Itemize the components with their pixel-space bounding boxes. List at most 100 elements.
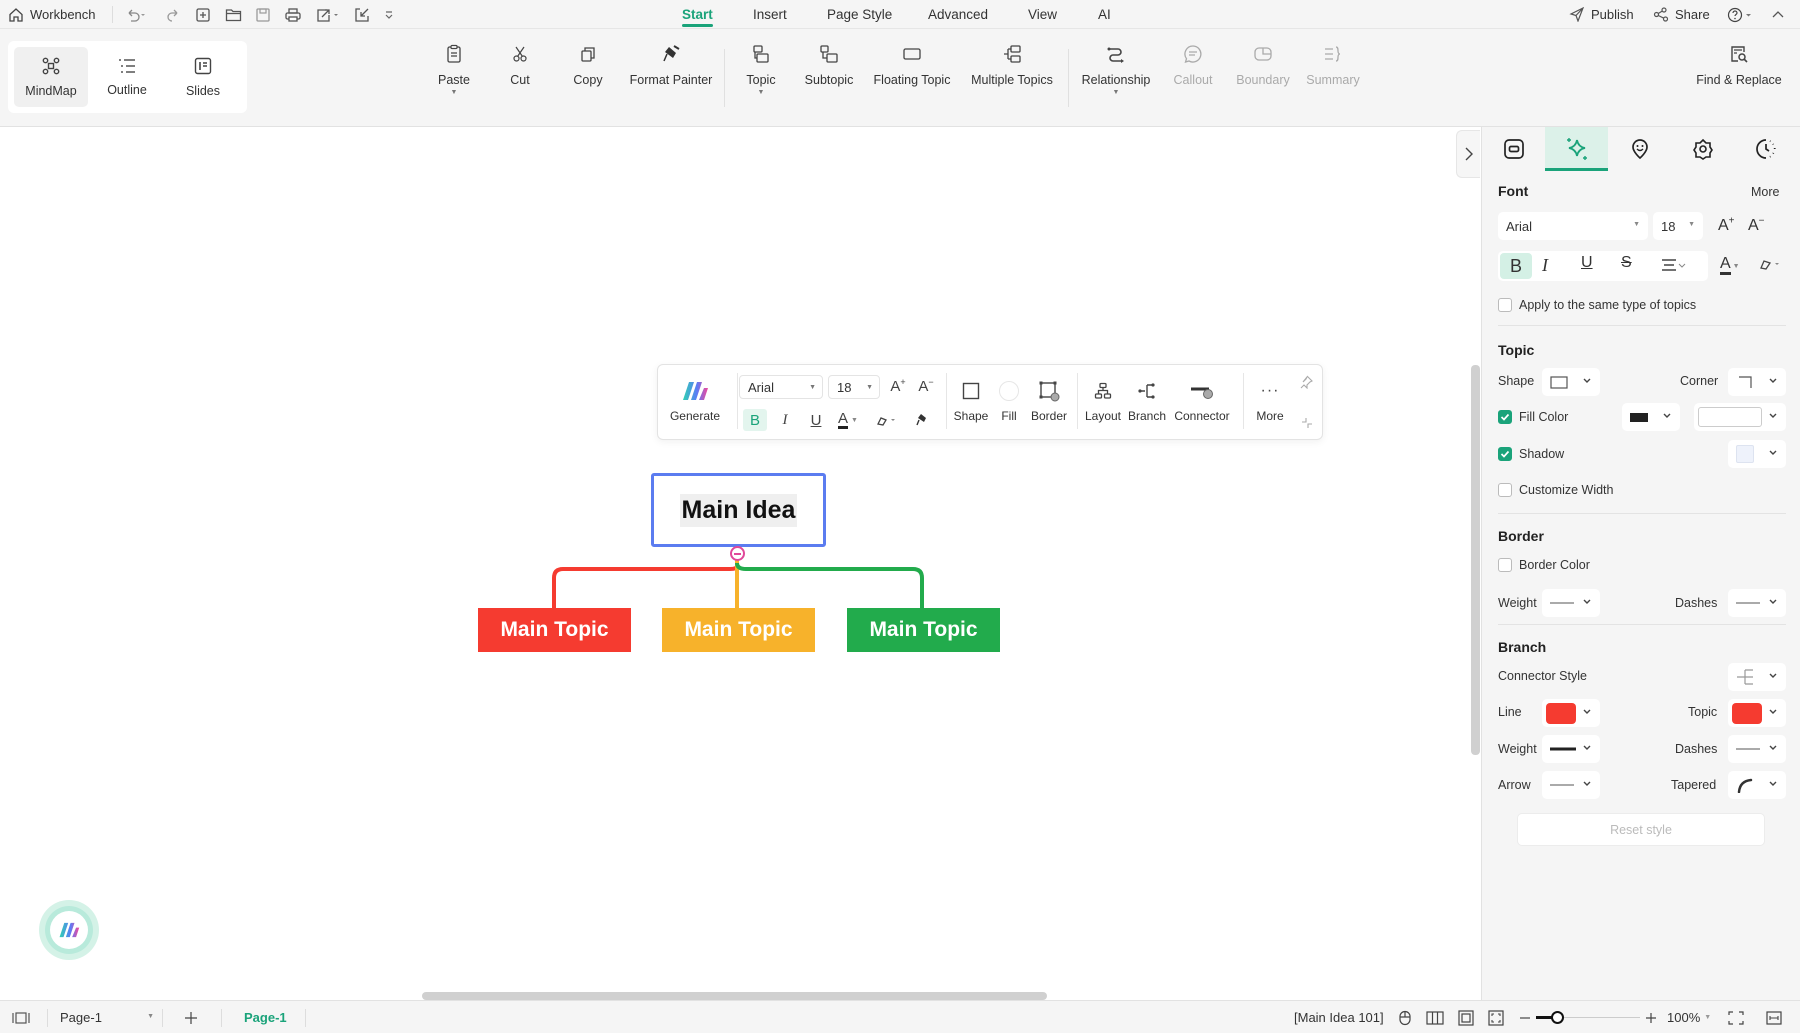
fill-color-checkbox[interactable]: [1498, 410, 1512, 424]
main-idea-text[interactable]: Main Idea: [679, 493, 798, 527]
reset-style-label: Reset style: [1610, 822, 1672, 837]
chevron-right-icon: [1465, 147, 1473, 161]
collapse-toolbar-button[interactable]: [1301, 417, 1313, 429]
tapered-select[interactable]: [1728, 771, 1786, 799]
connector-button[interactable]: Connector: [1173, 379, 1231, 423]
zoom-in-button[interactable]: [1645, 1001, 1657, 1034]
find-replace-button[interactable]: Find & Replace: [1696, 43, 1782, 87]
chevron-down-icon: [1583, 781, 1591, 786]
panel-tab-layout[interactable]: [1482, 127, 1545, 171]
decrease-font-button[interactable]: A−: [1748, 216, 1765, 235]
branch-button[interactable]: Branch: [1128, 379, 1166, 423]
strikethrough-button[interactable]: S: [1621, 254, 1632, 272]
topic-color-select[interactable]: [1728, 699, 1786, 727]
panel-tab-theme[interactable]: [1671, 127, 1734, 171]
caret-down-icon: ▼: [809, 384, 816, 391]
horizontal-scrollbar[interactable]: [422, 992, 1047, 1000]
add-page-button[interactable]: [184, 1001, 198, 1034]
shadow-color-select[interactable]: [1728, 440, 1786, 468]
fit-width-button[interactable]: [1766, 1001, 1782, 1034]
fill-gradient-select[interactable]: [1694, 403, 1786, 431]
zoom-out-button[interactable]: [1519, 1001, 1531, 1034]
reset-style-button[interactable]: Reset style: [1517, 813, 1765, 846]
divider: [1498, 624, 1786, 625]
fill-color-select[interactable]: [1622, 403, 1680, 431]
divider: [1498, 513, 1786, 514]
ai-assistant-button[interactable]: [39, 900, 99, 960]
font-size-select[interactable]: 18 ▼: [828, 375, 880, 399]
topic-shape-select[interactable]: [1542, 368, 1600, 396]
bold-icon: B: [749, 411, 760, 429]
highlight-button[interactable]: [872, 409, 902, 431]
collapse-toggle[interactable]: [730, 546, 745, 561]
topic-corner-select[interactable]: [1728, 368, 1786, 396]
page-select[interactable]: Page-1 ▼: [50, 1001, 160, 1034]
increase-font-button[interactable]: A+: [886, 375, 910, 397]
arrow-select[interactable]: [1542, 771, 1600, 799]
collapse-ribbon-button[interactable]: [1771, 0, 1785, 29]
shadow-checkbox[interactable]: [1498, 447, 1512, 461]
border-button[interactable]: Border: [1029, 379, 1069, 423]
customize-width-checkbox[interactable]: [1498, 483, 1512, 497]
more-button[interactable]: ··· More: [1253, 379, 1287, 423]
page-tab-active[interactable]: Page-1: [244, 1001, 287, 1034]
font-family-select[interactable]: Arial ▼: [1498, 212, 1648, 240]
bold-button[interactable]: B: [743, 409, 767, 431]
share-button[interactable]: Share: [1653, 0, 1710, 29]
decrease-font-button[interactable]: A−: [914, 375, 938, 397]
main-topic-node[interactable]: Main Topic: [847, 608, 1000, 652]
pin-toolbar-button[interactable]: [1299, 375, 1313, 389]
font-size-select[interactable]: 18 ▼: [1653, 212, 1703, 240]
increase-font-button[interactable]: A+: [1718, 216, 1735, 235]
underline-button[interactable]: U: [1581, 254, 1593, 272]
publish-button[interactable]: Publish: [1569, 0, 1634, 29]
help-button[interactable]: [1727, 0, 1755, 29]
ai-generate-button[interactable]: Generate: [668, 379, 722, 423]
border-dashes-select[interactable]: [1728, 589, 1786, 617]
italic-button[interactable]: I: [1542, 255, 1548, 276]
bold-button[interactable]: B: [1500, 253, 1532, 279]
divider: [1077, 373, 1078, 429]
border-color-checkbox[interactable]: [1498, 558, 1512, 572]
apply-same-type-checkbox[interactable]: [1498, 298, 1512, 312]
branch-weight-select[interactable]: [1542, 735, 1600, 763]
branch-label: Branch: [1127, 409, 1167, 423]
main-topic-node[interactable]: Main Topic: [662, 608, 815, 652]
format-painter-button[interactable]: [910, 409, 934, 431]
highlighter-icon: [877, 417, 895, 426]
line-color-select[interactable]: [1542, 699, 1600, 727]
highlight-button[interactable]: [1758, 256, 1784, 272]
fit-screen-button[interactable]: [1488, 1001, 1504, 1034]
italic-button[interactable]: I: [773, 409, 797, 431]
font-family-select[interactable]: Arial ▼: [739, 375, 823, 399]
border-weight-select[interactable]: [1542, 589, 1600, 617]
font-more-link[interactable]: More: [1751, 185, 1779, 199]
minus-icon: [734, 552, 741, 555]
mouse-mode-button[interactable]: [1398, 1001, 1412, 1034]
panel-tab-history[interactable]: [1734, 127, 1797, 171]
branch-dashes-select[interactable]: [1728, 735, 1786, 763]
fit-page-button[interactable]: [1458, 1001, 1474, 1034]
panel-tab-style[interactable]: [1545, 127, 1608, 171]
fullscreen-button[interactable]: [1728, 1001, 1744, 1034]
branch-line-right: [735, 562, 924, 608]
fill-button[interactable]: Fill: [997, 379, 1021, 423]
zoom-slider-handle[interactable]: [1550, 1011, 1564, 1024]
font-color-button[interactable]: A ▼: [1720, 255, 1748, 278]
page-panel-toggle[interactable]: [12, 1001, 30, 1034]
font-color-button[interactable]: A ▼: [833, 409, 863, 431]
main-topic-node[interactable]: Main Topic: [478, 608, 631, 652]
zoom-level-select[interactable]: 100% ▼: [1667, 1001, 1711, 1034]
panel-toggle-button[interactable]: [1456, 130, 1480, 178]
caret-down-icon: ▼: [866, 384, 873, 391]
book-view-button[interactable]: [1426, 1001, 1444, 1034]
panel-tab-icons[interactable]: [1608, 127, 1671, 171]
vertical-scrollbar[interactable]: [1471, 365, 1480, 755]
underline-button[interactable]: U: [804, 409, 828, 431]
layout-button[interactable]: Layout: [1085, 379, 1121, 423]
connector-style-select[interactable]: [1728, 663, 1786, 691]
shape-button[interactable]: Shape: [953, 379, 989, 423]
chevron-down-icon: [1769, 378, 1777, 383]
main-idea-topic[interactable]: Main Idea: [651, 473, 826, 547]
align-button[interactable]: [1660, 258, 1688, 272]
